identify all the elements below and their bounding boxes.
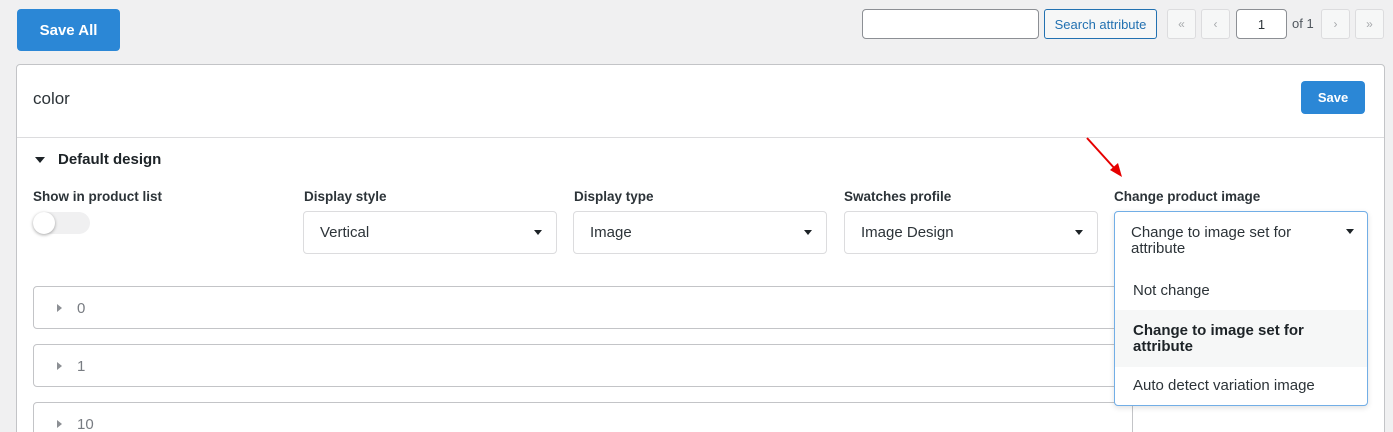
search-attribute-input[interactable] [862, 9, 1039, 39]
display-type-value: Image [590, 224, 632, 241]
chevron-down-icon [1075, 230, 1083, 235]
display-style-select[interactable]: Vertical [303, 211, 557, 254]
swatches-profile-label: Swatches profile [844, 189, 952, 204]
chevron-down-icon [1346, 229, 1354, 234]
toggle-knob [33, 212, 55, 234]
show-in-list-toggle[interactable] [33, 212, 90, 234]
first-page-button[interactable]: « [1167, 9, 1196, 39]
caret-right-icon [57, 420, 62, 428]
current-page-input[interactable]: 1 [1236, 9, 1287, 39]
display-type-select[interactable]: Image [573, 211, 827, 254]
caret-right-icon [57, 362, 62, 370]
chevron-down-icon [534, 230, 542, 235]
chevron-down-icon [804, 230, 812, 235]
term-label: 1 [77, 358, 86, 375]
caret-down-icon [35, 156, 45, 163]
search-attribute-button[interactable]: Search attribute [1044, 9, 1157, 39]
previous-page-button[interactable]: ‹ [1201, 9, 1230, 39]
option-not-change[interactable]: Not change [1115, 271, 1367, 310]
swatches-profile-select[interactable]: Image Design [844, 211, 1098, 254]
last-page-button[interactable]: » [1355, 9, 1384, 39]
display-style-label: Display style [304, 189, 387, 204]
annotation-arrow-icon [1086, 137, 1122, 177]
next-page-button[interactable]: › [1321, 9, 1350, 39]
display-style-value: Vertical [320, 224, 370, 241]
term-label: 10 [77, 416, 94, 432]
term-label: 0 [77, 300, 86, 317]
option-change-to-image-set[interactable]: Change to image set for attribute [1115, 310, 1367, 367]
attribute-title: color [33, 89, 70, 108]
change-product-image-label: Change product image [1114, 189, 1261, 204]
term-row[interactable]: 1 [33, 344, 1133, 387]
card-divider [17, 137, 1384, 138]
section-label: Default design [58, 151, 162, 168]
term-row[interactable]: 10 [33, 402, 1133, 432]
swatches-profile-value: Image Design [861, 224, 954, 241]
option-auto-detect[interactable]: Auto detect variation image [1115, 367, 1367, 405]
change-product-image-value: Change to image set for attribute [1131, 224, 1292, 257]
default-design-toggle[interactable]: Default design [35, 151, 161, 168]
total-pages-label: of 1 [1292, 16, 1314, 31]
save-button[interactable]: Save [1301, 81, 1365, 114]
term-row[interactable]: 0 [33, 286, 1133, 329]
caret-right-icon [57, 304, 62, 312]
change-product-image-select[interactable]: Change to image set for attribute Not ch… [1114, 211, 1368, 406]
show-in-list-label: Show in product list [33, 189, 162, 204]
save-all-button[interactable]: Save All [17, 9, 120, 51]
display-type-label: Display type [574, 189, 654, 204]
